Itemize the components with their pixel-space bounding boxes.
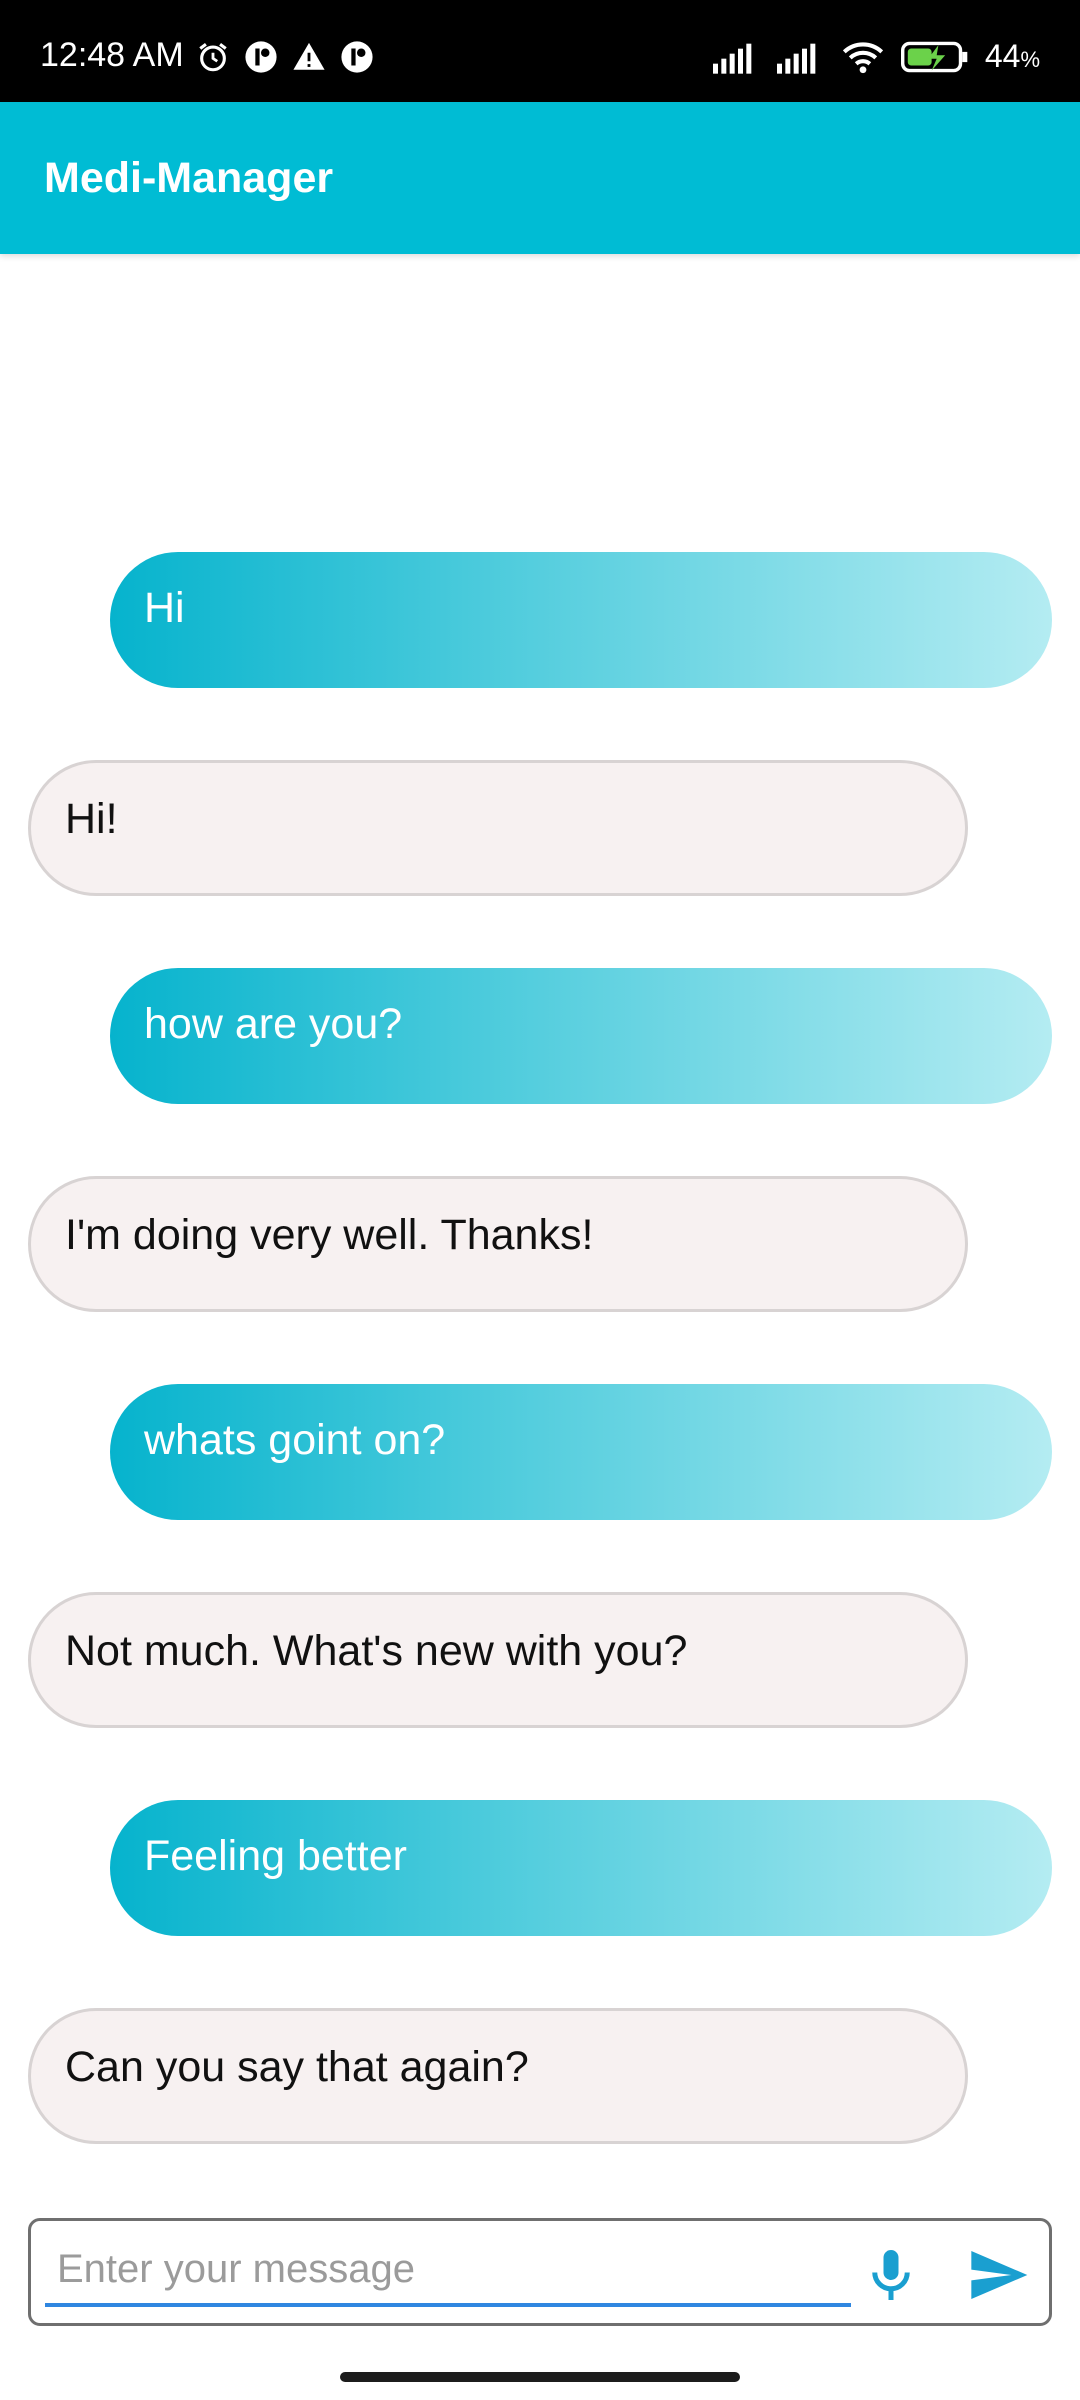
bot-message: Not much. What's new with you? bbox=[28, 1592, 968, 1728]
signal-icon bbox=[776, 43, 816, 74]
user-message: whats goint on? bbox=[110, 1384, 1052, 1520]
warning-icon bbox=[293, 42, 325, 70]
mic-icon[interactable] bbox=[861, 2243, 921, 2307]
signal-icon bbox=[712, 43, 752, 74]
bot-message: I'm doing very well. Thanks! bbox=[28, 1176, 968, 1312]
user-message: Feeling better bbox=[110, 1800, 1052, 1936]
status-system-icons: 44% bbox=[712, 38, 1040, 75]
user-message: Hi bbox=[110, 552, 1052, 688]
app-notification-icon bbox=[341, 41, 373, 73]
bot-message: Hi! bbox=[28, 760, 968, 896]
status-time: 12:48 AM bbox=[40, 36, 184, 74]
home-indicator[interactable] bbox=[340, 2372, 740, 2382]
message-composer bbox=[28, 2218, 1052, 2326]
bot-message: Can you say that again? bbox=[28, 2008, 968, 2144]
app-bar: Medi-Manager bbox=[0, 102, 1080, 254]
status-notification-icons bbox=[196, 40, 374, 74]
app-title: Medi-Manager bbox=[44, 154, 334, 202]
battery-charging-icon bbox=[900, 41, 968, 72]
message-input[interactable] bbox=[45, 2235, 851, 2307]
send-icon[interactable] bbox=[963, 2243, 1033, 2307]
battery-level: 44% bbox=[984, 38, 1040, 74]
user-message: how are you? bbox=[110, 968, 1052, 1104]
wifi-icon bbox=[842, 41, 883, 73]
alarm-icon bbox=[199, 43, 227, 72]
app-notification-icon bbox=[245, 41, 277, 73]
status-bar: 12:48 AM 44% bbox=[0, 0, 1080, 102]
